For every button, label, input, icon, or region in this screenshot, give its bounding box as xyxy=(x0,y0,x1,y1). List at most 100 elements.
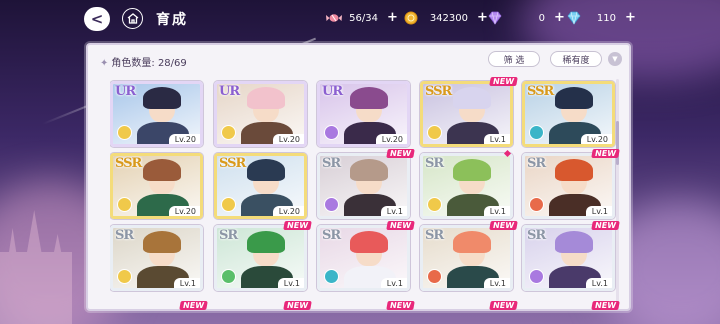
character-card[interactable]: SR Lv.1 xyxy=(420,225,513,291)
scrollbar-thumb[interactable] xyxy=(616,121,619,165)
rarity-badge: SR xyxy=(527,228,546,243)
resource-purple-gem: 0 + xyxy=(487,10,565,26)
gold-coin-icon xyxy=(404,11,420,25)
rarity-badge: SSR xyxy=(115,156,142,171)
new-badge: NEW xyxy=(489,301,518,310)
portrait-hair xyxy=(247,231,285,253)
character-grid: UR Lv.20 UR Lv.20 UR Lv.20 SSR Lv.1 NEW SSR Lv.20 S… xyxy=(110,77,620,313)
portrait-hair xyxy=(247,159,285,181)
resource-blue-gem: 110 + xyxy=(566,10,636,26)
attribute-icon xyxy=(324,125,339,140)
attribute-icon xyxy=(221,269,236,284)
character-card[interactable]: SSR Lv.1 xyxy=(420,81,513,147)
sort-rarity-button[interactable]: 稀有度 xyxy=(550,51,602,67)
level-label: Lv.1 xyxy=(585,278,612,288)
sort-order-toggle[interactable]: ▼ xyxy=(608,52,622,66)
level-label: Lv.1 xyxy=(380,278,407,288)
character-card[interactable]: SR Lv.1 xyxy=(420,153,513,219)
character-card[interactable]: UR Lv.20 xyxy=(214,81,307,147)
character-card[interactable]: SR Lv.1 xyxy=(110,225,203,291)
new-badge: NEW xyxy=(591,221,620,230)
level-label: Lv.1 xyxy=(483,206,510,216)
attribute-icon xyxy=(529,269,544,284)
home-button[interactable] xyxy=(122,8,143,29)
attribute-icon xyxy=(427,269,442,284)
rarity-badge: SR xyxy=(425,228,444,243)
attribute-icon xyxy=(117,269,132,284)
level-label: Lv.1 xyxy=(483,134,510,144)
rarity-badge: UR xyxy=(322,84,343,99)
add-purple-gem-button[interactable]: + xyxy=(554,11,565,24)
new-badge: NEW xyxy=(283,221,312,230)
character-card[interactable]: SSR Lv.20 xyxy=(110,153,203,219)
character-card[interactable]: SR Lv.1 xyxy=(317,153,410,219)
attribute-icon xyxy=(221,125,236,140)
attribute-icon xyxy=(529,125,544,140)
new-badge: NEW xyxy=(489,77,518,86)
portrait-hair xyxy=(453,159,491,181)
character-card[interactable]: SR Lv.1 xyxy=(317,225,410,291)
level-label: Lv.1 xyxy=(277,278,304,288)
add-candy-button[interactable]: + xyxy=(387,11,398,24)
character-count: ✦ 角色数量: 28/69 xyxy=(100,54,187,69)
rarity-badge: SR xyxy=(322,156,341,171)
portrait-hair xyxy=(247,87,285,109)
attribute-icon xyxy=(221,197,236,212)
rarity-badge: SR xyxy=(219,228,238,243)
portrait-hair xyxy=(555,87,593,109)
rarity-badge: SSR xyxy=(219,156,246,171)
character-card[interactable]: SR Lv.1 xyxy=(522,225,615,291)
blue-gem-icon xyxy=(566,11,582,25)
filter-button[interactable]: 筛 选 xyxy=(488,51,540,67)
attribute-icon xyxy=(427,197,442,212)
purple-gem-icon xyxy=(487,11,503,25)
rarity-badge: SR xyxy=(425,156,444,171)
rarity-badge: UR xyxy=(115,84,136,99)
portrait-hair xyxy=(143,231,181,253)
attribute-icon xyxy=(117,197,132,212)
top-bar: < 育成 56/34 + 342300 + 0 + 110 + xyxy=(0,0,720,36)
rarity-badge: SR xyxy=(527,156,546,171)
purple-gem-value: 0 xyxy=(538,12,545,24)
portrait-hair xyxy=(555,231,593,253)
portrait-hair xyxy=(555,159,593,181)
sort-button-label: 稀有度 xyxy=(562,55,590,66)
portrait-hair xyxy=(350,159,388,181)
filter-button-label: 筛 选 xyxy=(503,55,525,66)
home-icon xyxy=(127,13,138,24)
level-label: Lv.20 xyxy=(272,134,304,144)
level-label: Lv.1 xyxy=(380,206,407,216)
gold-value: 342300 xyxy=(429,12,468,24)
level-label: Lv.1 xyxy=(173,278,200,288)
attribute-icon xyxy=(324,269,339,284)
portrait-hair xyxy=(453,87,491,109)
character-card[interactable]: SSR Lv.20 xyxy=(522,81,615,147)
character-card[interactable]: UR Lv.20 xyxy=(317,81,410,147)
rarity-badge: UR xyxy=(219,84,240,99)
level-label: Lv.20 xyxy=(272,206,304,216)
character-card[interactable]: SR Lv.1 xyxy=(522,153,615,219)
attribute-icon xyxy=(427,125,442,140)
new-badge: NEW xyxy=(179,301,208,310)
sparkle-icon: ✦ xyxy=(100,58,109,69)
new-badge: NEW xyxy=(591,301,620,310)
character-card[interactable]: SR Lv.1 xyxy=(214,225,307,291)
level-label: Lv.20 xyxy=(168,206,200,216)
scrollbar[interactable] xyxy=(616,79,619,304)
attribute-icon xyxy=(117,125,132,140)
portrait-hair xyxy=(350,87,388,109)
level-label: Lv.20 xyxy=(580,134,612,144)
level-label: Lv.1 xyxy=(483,278,510,288)
rarity-badge: SSR xyxy=(425,84,452,99)
new-badge: NEW xyxy=(591,149,620,158)
new-badge: NEW xyxy=(489,221,518,230)
resource-gold: 342300 + xyxy=(404,10,488,26)
new-badge: NEW xyxy=(386,149,415,158)
attribute-icon xyxy=(324,197,339,212)
character-card[interactable]: SSR Lv.20 xyxy=(214,153,307,219)
back-button[interactable]: < xyxy=(84,7,110,31)
character-card[interactable]: UR Lv.20 xyxy=(110,81,203,147)
add-blue-gem-button[interactable]: + xyxy=(625,11,636,24)
blue-gem-value: 110 xyxy=(596,12,616,24)
rarity-badge: SR xyxy=(322,228,341,243)
